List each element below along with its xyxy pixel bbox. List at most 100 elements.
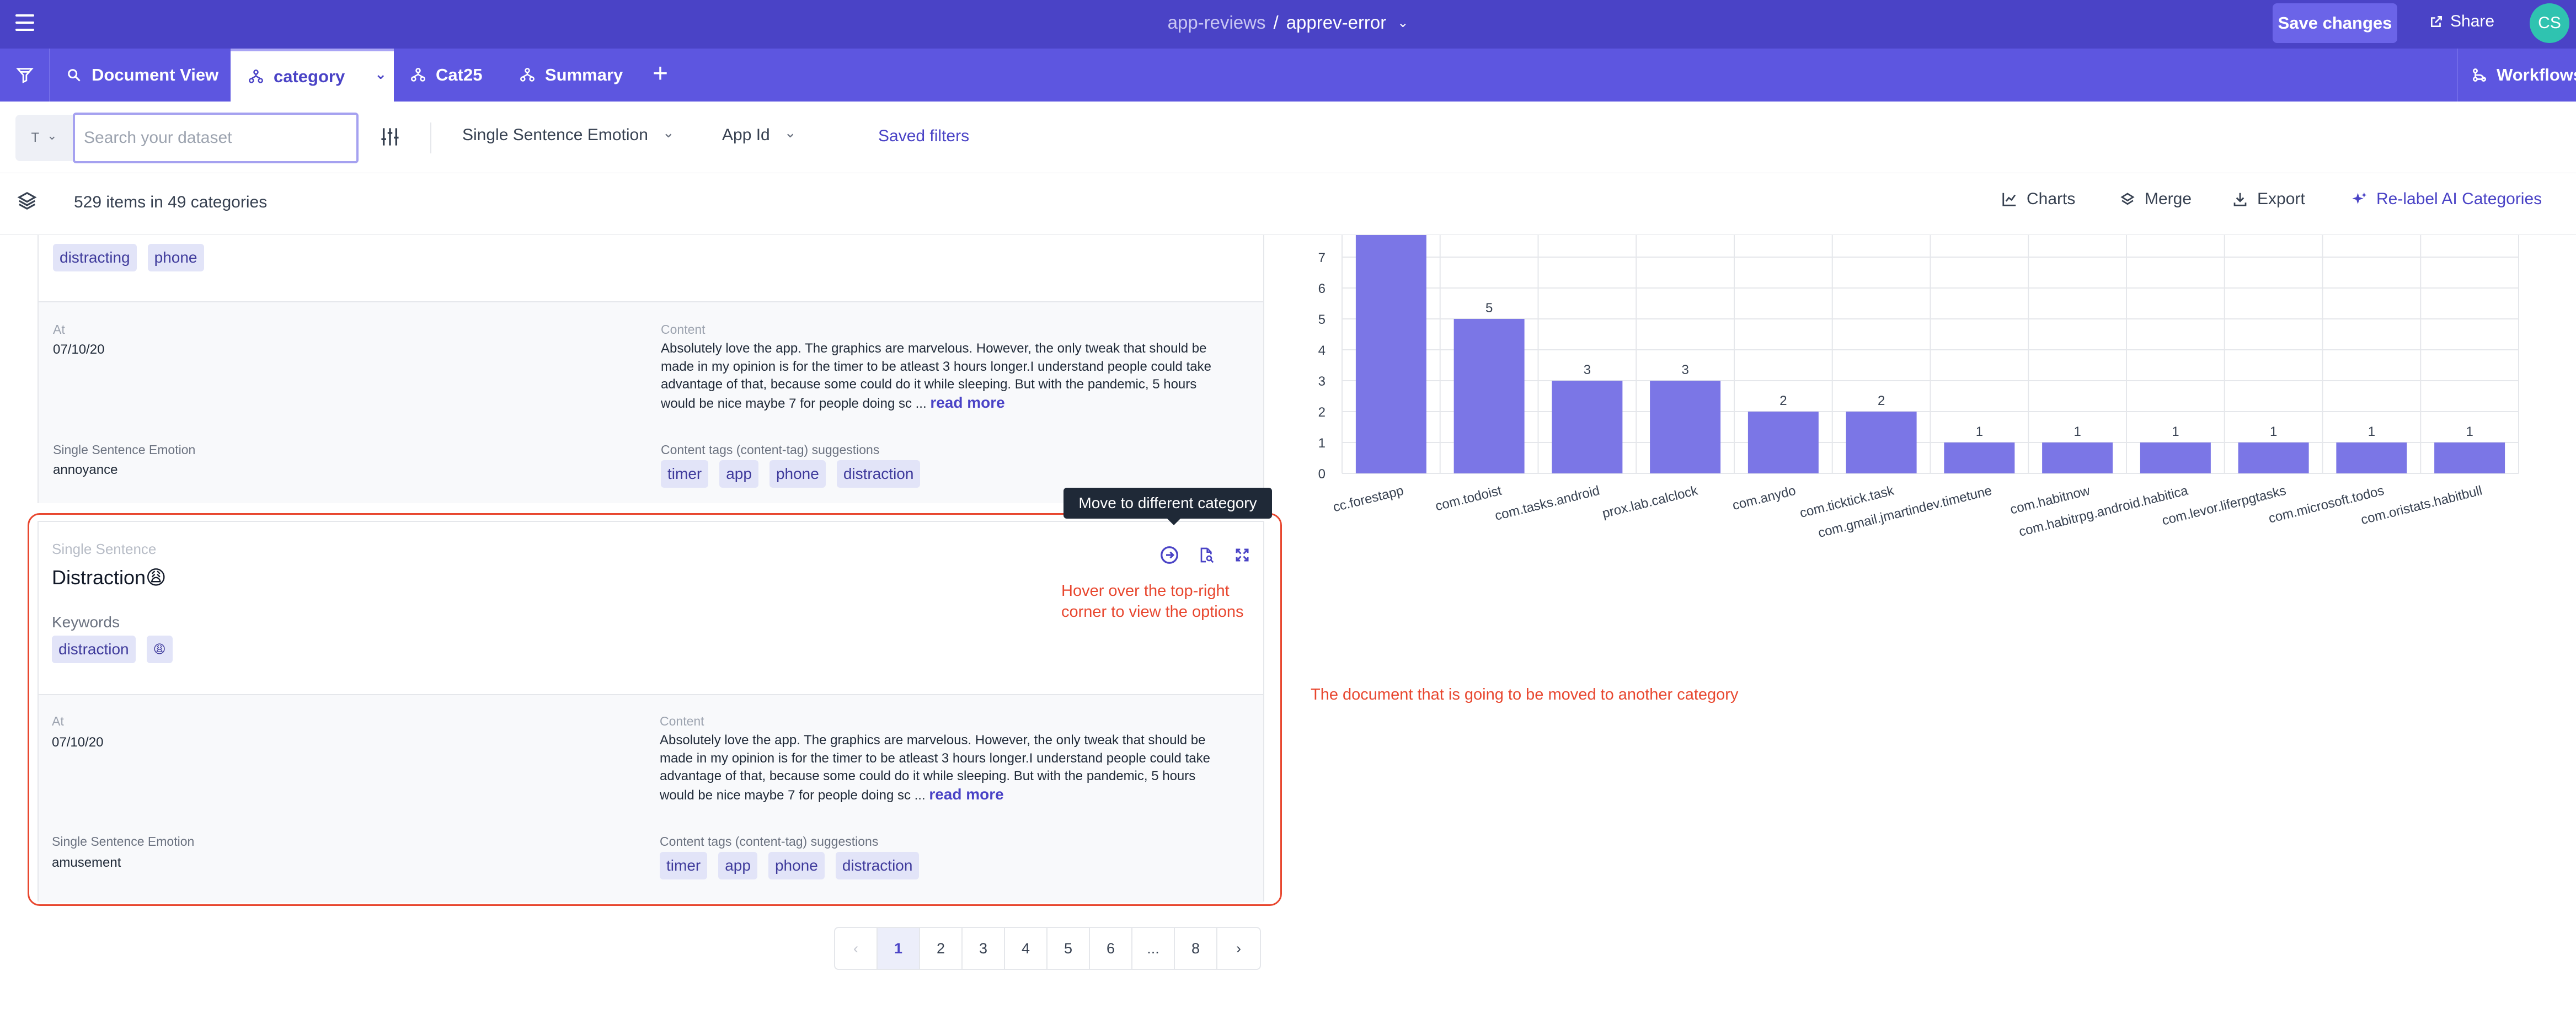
merge-label: Merge <box>2145 190 2192 208</box>
page-ellipsis: ... <box>1132 928 1175 969</box>
content-text: Absolutely love the app. The graphics ar… <box>661 340 1251 413</box>
x-tick-label: com.tasks.android <box>1493 483 1601 524</box>
sliders-icon[interactable] <box>381 126 399 151</box>
document-card: distracting phone At 07/10/20 Content Ab… <box>38 235 1264 503</box>
avatar[interactable]: CS <box>2530 3 2569 43</box>
tab-category[interactable]: category ⌄ <box>231 49 394 102</box>
bar <box>1846 412 1917 473</box>
move-category-tooltip: Move to different category <box>1063 488 1272 525</box>
page-button[interactable]: 5 <box>1047 928 1090 969</box>
keyword-chip[interactable]: distracting <box>53 244 137 271</box>
page-button[interactable]: 6 <box>1090 928 1132 969</box>
charts-button[interactable]: Charts <box>2001 190 2075 209</box>
bar <box>1944 442 2015 473</box>
x-tick-label: cc.forestapp <box>1332 483 1405 515</box>
chevron-down-icon: ⌄ <box>784 124 797 141</box>
bar <box>1650 381 1721 473</box>
top-bar: app-reviews / apprev-error ⌄ Save changes S… <box>0 0 2576 49</box>
y-tick-label: 6 <box>1318 281 1326 296</box>
app-id-filter-dropdown[interactable]: App Id ⌄ <box>722 124 797 145</box>
filter-bar: T ⌄ Single Sentence Emotion ⌄ App Id ⌄ S… <box>0 102 2576 173</box>
tab-label: category <box>274 66 345 86</box>
bar <box>2336 442 2407 473</box>
save-changes-button[interactable]: Save changes <box>2273 3 2397 43</box>
tag-chip[interactable]: phone <box>769 460 826 488</box>
hover-annotation: Hover over the top-right corner to view … <box>1061 580 1243 622</box>
x-tick-label: com.gmail.jmartindev.timetune <box>1816 483 1994 541</box>
items-count: 529 items in 49 categories <box>74 193 268 211</box>
data-label: 5 <box>1485 301 1493 316</box>
page-button[interactable]: 8 <box>1175 928 1217 969</box>
y-tick-label: 4 <box>1318 343 1326 358</box>
chevron-down-icon[interactable]: ⌄ <box>1397 15 1408 31</box>
y-tick-label: 0 <box>1318 467 1326 482</box>
document-annotation: The document that is going to be moved t… <box>1311 686 1739 703</box>
x-tick-label: prox.lab.calclock <box>1601 483 1700 521</box>
data-label: 2 <box>1779 393 1787 408</box>
tab-label: Cat25 <box>436 65 483 84</box>
tab-label: Summary <box>545 65 623 84</box>
search-input[interactable] <box>73 113 359 163</box>
relabel-label: Re-label AI Categories <box>2376 190 2542 208</box>
emotion-value: annoyance <box>53 462 118 477</box>
chevron-down-icon: ⌄ <box>47 129 57 142</box>
bar <box>2238 442 2309 473</box>
data-label: 2 <box>1878 393 1885 408</box>
tab-cat25[interactable]: Cat25 <box>410 49 482 102</box>
share-button[interactable]: Share <box>2429 12 2494 31</box>
annotation-line: Hover over the top-right <box>1061 582 1230 600</box>
type-select[interactable]: T ⌄ <box>15 115 73 161</box>
page-button[interactable]: 1 <box>878 928 920 969</box>
workflows-button[interactable]: Workflows <box>2457 49 2576 102</box>
filter-toggle-button[interactable] <box>0 49 50 102</box>
dropdown-label: Single Sentence Emotion <box>462 126 648 144</box>
data-label: 1 <box>2073 424 2081 439</box>
download-icon <box>2233 193 2247 206</box>
next-page-button[interactable]: › <box>1217 928 1260 969</box>
tab-bar: Document View category ⌄ Cat25 Summary +… <box>0 49 2576 102</box>
info-bar: 529 items in 49 categories Charts Merge … <box>0 173 2576 235</box>
emotion-filter-dropdown[interactable]: Single Sentence Emotion ⌄ <box>462 124 675 145</box>
add-tab-button[interactable]: + <box>653 60 668 88</box>
document-meta: At 07/10/20 Content Absolutely love the … <box>39 301 1263 503</box>
page-button[interactable]: 3 <box>963 928 1005 969</box>
breadcrumb-parent[interactable]: app-reviews <box>1168 12 1266 33</box>
hierarchy-icon <box>249 69 263 83</box>
breadcrumb-separator: / <box>1273 12 1279 33</box>
category-bar-chart: 0 1 2 3 4 5 6 7 cc.forestapp 5 com.todoist 3 com.tas… <box>1291 235 2576 544</box>
relabel-ai-categories-button[interactable]: Re-label AI Categories <box>2351 190 2542 209</box>
content-line: would be nice maybe 7 for people doing s… <box>661 396 927 411</box>
bar <box>2434 442 2505 473</box>
data-label: 1 <box>2172 424 2179 439</box>
bar <box>1355 235 1426 473</box>
bar <box>1747 412 1819 473</box>
bar <box>1453 319 1525 473</box>
content-line: advantage of that, because some could do… <box>661 377 1197 392</box>
layers-icon <box>2120 193 2135 205</box>
y-tick-label: 3 <box>1318 374 1326 389</box>
tab-document-view[interactable]: Document View <box>66 49 218 102</box>
saved-filters-link[interactable]: Saved filters <box>878 127 969 146</box>
workflow-icon <box>2473 68 2486 82</box>
layers-icon[interactable] <box>17 190 38 215</box>
tag-chip[interactable]: distraction <box>836 460 921 488</box>
tab-label: Document View <box>92 65 219 84</box>
dropdown-label: App Id <box>722 126 770 144</box>
prev-page-button[interactable]: ‹ <box>835 928 878 969</box>
data-label: 1 <box>2368 424 2375 439</box>
merge-button[interactable]: Merge <box>2119 190 2192 209</box>
read-more-link[interactable]: read more <box>930 394 1004 411</box>
tag-chip[interactable]: timer <box>661 460 709 488</box>
tag-chip[interactable]: app <box>719 460 758 488</box>
content-label: Content <box>661 322 706 337</box>
keyword-chip[interactable]: phone <box>147 244 204 271</box>
chevron-down-icon: ⌄ <box>662 124 675 141</box>
y-tick-label: 2 <box>1318 405 1326 420</box>
content-line: Absolutely love the app. The graphics ar… <box>661 341 1207 356</box>
breadcrumb-current[interactable]: apprev-error <box>1286 12 1387 33</box>
export-button[interactable]: Export <box>2232 190 2305 209</box>
chevron-down-icon[interactable]: ⌄ <box>375 66 387 83</box>
page-button[interactable]: 4 <box>1005 928 1047 969</box>
tab-summary[interactable]: Summary <box>520 49 623 102</box>
page-button[interactable]: 2 <box>920 928 963 969</box>
